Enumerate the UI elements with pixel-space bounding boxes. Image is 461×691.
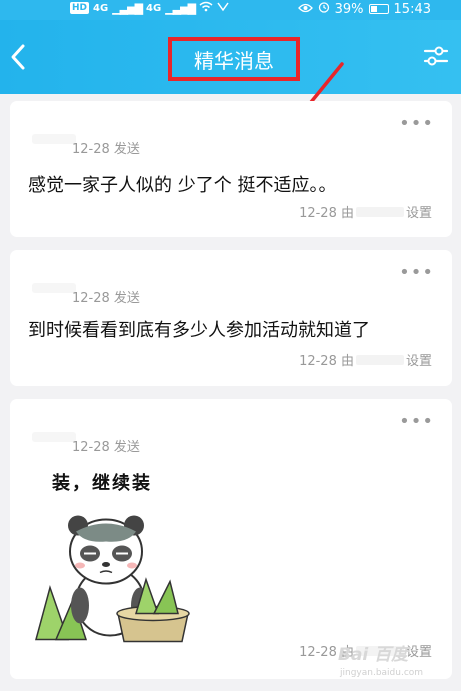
battery-icon	[368, 4, 389, 14]
message-card[interactable]: 12-28 发送 ••• 到时候看看到底有多少人参加活动就知道了 12-28 由…	[10, 250, 452, 386]
more-button[interactable]: •••	[399, 264, 434, 282]
sticker-caption: 装，继续装	[52, 473, 152, 494]
message-card[interactable]: 12-28 发送 ••• 装，继续装 12-28 由 设置	[10, 399, 452, 679]
sent-date: 12-28 发送	[72, 291, 140, 306]
panda-sticker-image[interactable]	[28, 497, 198, 657]
sender-name-redacted	[32, 432, 76, 442]
setter-name-redacted	[355, 354, 404, 365]
message-text: 到时候看看到底有多少人参加活动就知道了	[28, 320, 370, 341]
footer-date: 12-28 由	[299, 354, 354, 369]
status-right: 39% 15:43	[297, 1, 431, 17]
message-card[interactable]: 12-28 发送 ••• 感觉一家子人似的 少了个 挺不适应。。 12-28 由…	[10, 101, 452, 237]
nfc-icon	[217, 1, 229, 15]
more-button[interactable]: •••	[399, 115, 434, 133]
footer-date: 12-28 由	[299, 206, 354, 221]
status-left: HD 4G ▁▃▅▇ 4G ▁▃▅▇	[70, 1, 229, 15]
message-footer: 12-28 由 设置	[299, 350, 432, 369]
back-button[interactable]	[8, 42, 30, 72]
sliders-icon	[423, 46, 449, 66]
sent-date: 12-28 发送	[72, 440, 140, 455]
filter-settings-button[interactable]	[423, 44, 449, 68]
wifi-icon	[199, 1, 213, 15]
status-bar: HD 4G ▁▃▅▇ 4G ▁▃▅▇ 39% 15:43	[0, 0, 461, 20]
hd-badge: HD	[70, 2, 90, 14]
setter-name-redacted	[355, 206, 404, 217]
clock: 15:43	[393, 1, 431, 17]
alarm-icon	[318, 1, 330, 17]
battery-percent: 39%	[334, 1, 364, 17]
footer-action: 设置	[405, 645, 432, 660]
sent-date: 12-28 发送	[72, 142, 140, 157]
baidu-watermark: Bai 百度	[338, 645, 409, 665]
message-footer: 12-28 由 设置	[299, 202, 432, 221]
sender-name-redacted	[32, 283, 76, 293]
network-label-1: 4G	[93, 2, 109, 14]
signal-icon: ▁▃▅▇	[112, 1, 143, 15]
eye-icon	[297, 2, 313, 17]
message-text: 感觉一家子人似的 少了个 挺不适应。。	[28, 175, 337, 196]
nav-bar: 精华消息	[0, 20, 461, 94]
more-button[interactable]: •••	[399, 413, 434, 431]
sender-name-redacted	[32, 134, 76, 144]
footer-action: 设置	[405, 206, 432, 221]
footer-action: 设置	[405, 354, 432, 369]
chevron-left-icon	[11, 44, 25, 70]
page-title: 精华消息	[168, 37, 300, 81]
signal-icon-2: ▁▃▅▇	[165, 1, 196, 15]
baidu-watermark-url: jingyan.baidu.com	[340, 668, 424, 678]
network-label-2: 4G	[146, 2, 162, 14]
